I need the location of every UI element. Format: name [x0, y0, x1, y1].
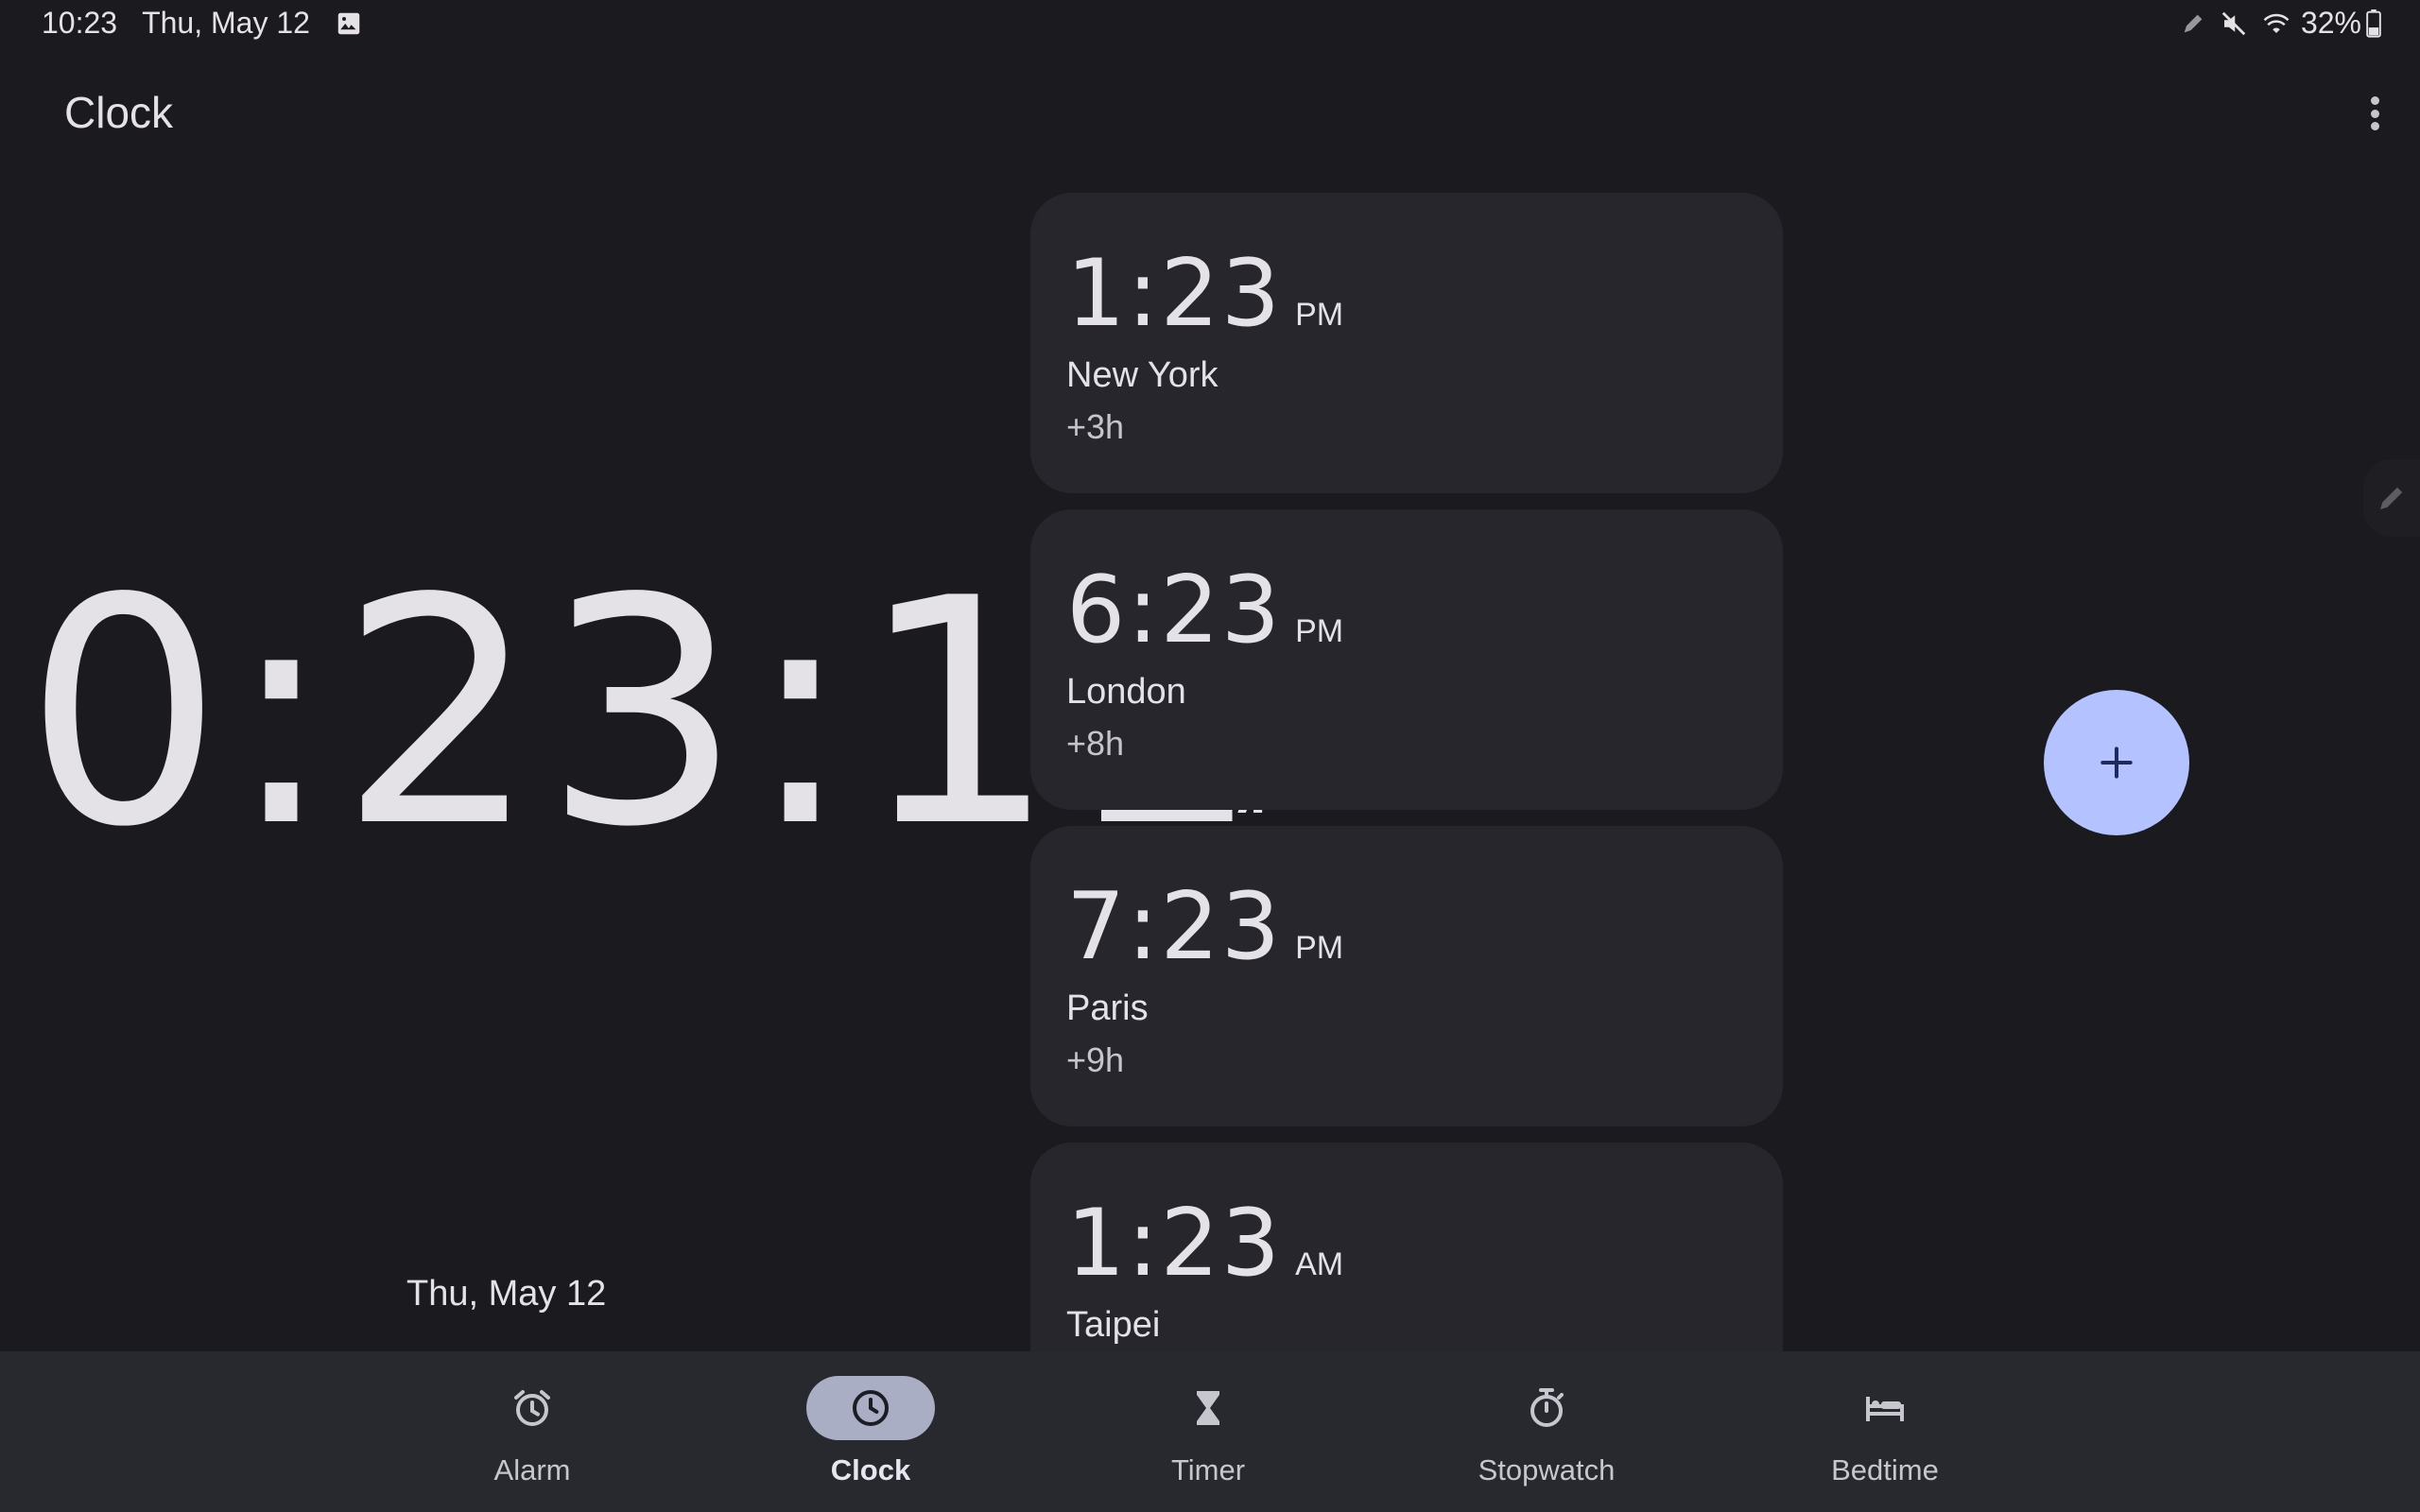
- world-clock-card[interactable]: 1:23 PM New York +3h: [1030, 193, 1783, 493]
- battery-percent: 32%: [2300, 6, 2361, 40]
- city-time-row: 7:23 PM: [1066, 881, 1783, 973]
- nav-item-alarm[interactable]: Alarm: [428, 1351, 636, 1512]
- mute-icon: [2220, 9, 2248, 38]
- nav-item-clock[interactable]: Clock: [767, 1351, 975, 1512]
- plus-icon: [2096, 742, 2137, 783]
- status-date: Thu, May 12: [142, 6, 310, 40]
- nav-label-bedtime: Bedtime: [1831, 1453, 1939, 1486]
- nav-item-timer[interactable]: Timer: [1104, 1351, 1312, 1512]
- city-name: Paris: [1066, 988, 1149, 1028]
- status-right: 32%: [2167, 6, 2382, 41]
- more-vert-icon[interactable]: [2352, 89, 2397, 138]
- city-ampm: PM: [1295, 613, 1344, 649]
- city-time-row: 1:23 PM: [1066, 248, 1783, 340]
- image-icon: [335, 9, 363, 38]
- battery-icon: [2365, 9, 2382, 38]
- city-offset: +8h: [1066, 724, 1125, 763]
- hourglass-icon: [1185, 1385, 1231, 1431]
- add-city-button[interactable]: [2044, 690, 2189, 835]
- nav-item-stopwatch[interactable]: Stopwatch: [1443, 1351, 1651, 1512]
- clock-icon: [848, 1385, 893, 1431]
- world-clock-card[interactable]: 6:23 PM London +8h: [1030, 509, 1783, 810]
- status-left: 10:23 Thu, May 12: [42, 6, 388, 41]
- nav-pill: [1144, 1376, 1272, 1440]
- wifi-icon: [2261, 9, 2291, 38]
- city-ampm: AM: [1295, 1246, 1344, 1282]
- stopwatch-icon: [1524, 1385, 1569, 1431]
- clock-app-screen: 10:23 Thu, May 12 32% Clock 10:2: [0, 0, 2420, 1512]
- city-time: 6:23: [1066, 557, 1283, 664]
- city-ampm: PM: [1295, 930, 1344, 966]
- nav-label-stopwatch: Stopwatch: [1478, 1453, 1616, 1486]
- nav-pill: [1821, 1376, 1949, 1440]
- status-bar: 10:23 Thu, May 12 32%: [0, 0, 2420, 49]
- nav-label-clock: Clock: [830, 1453, 911, 1486]
- city-name: Taipei: [1066, 1305, 1161, 1345]
- world-clock-card[interactable]: 7:23 PM Paris +9h: [1030, 826, 1783, 1126]
- city-time: 1:23: [1066, 1190, 1283, 1297]
- city-time: 7:23: [1066, 873, 1283, 981]
- city-time-row: 6:23 PM: [1066, 564, 1783, 657]
- city-name: New York: [1066, 355, 1219, 395]
- city-ampm: PM: [1295, 297, 1344, 333]
- pencil-icon[interactable]: [2363, 459, 2420, 537]
- bottom-navigation: Alarm Clock Timer Stopwatch Bedtime: [0, 1351, 2420, 1512]
- nav-pill: [468, 1376, 596, 1440]
- city-name: London: [1066, 672, 1186, 712]
- main-clock-date: Thu, May 12: [406, 1274, 607, 1314]
- city-time: 1:23: [1066, 240, 1283, 348]
- city-time-row: 1:23 AM: [1066, 1197, 1783, 1290]
- page-title: Clock: [64, 88, 174, 137]
- bed-icon: [1862, 1385, 1908, 1431]
- status-time: 10:23: [42, 6, 118, 40]
- nav-label-alarm: Alarm: [493, 1453, 571, 1486]
- pen-icon: [2180, 10, 2206, 37]
- nav-label-timer: Timer: [1170, 1453, 1246, 1486]
- nav-pill: [1482, 1376, 1611, 1440]
- city-offset: +3h: [1066, 407, 1125, 446]
- city-offset: +9h: [1066, 1040, 1125, 1079]
- alarm-icon: [510, 1385, 555, 1431]
- nav-pill-active: [806, 1376, 935, 1440]
- nav-item-bedtime[interactable]: Bedtime: [1781, 1351, 1989, 1512]
